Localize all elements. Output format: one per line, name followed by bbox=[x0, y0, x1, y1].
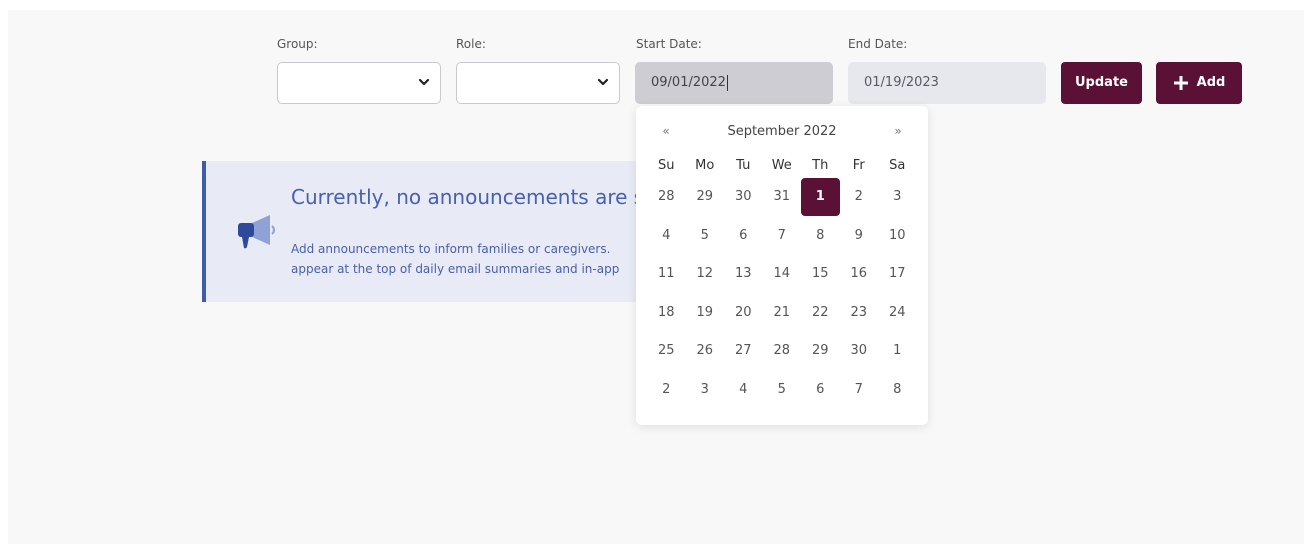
day-cell[interactable]: 4 bbox=[724, 371, 763, 410]
day-cell[interactable]: 7 bbox=[840, 371, 879, 410]
day-cell[interactable]: 25 bbox=[647, 332, 686, 371]
update-button[interactable]: Update bbox=[1061, 62, 1142, 104]
day-cell[interactable]: 8 bbox=[801, 217, 840, 256]
day-cell[interactable]: 24 bbox=[878, 294, 917, 333]
day-cell[interactable]: 7 bbox=[763, 217, 802, 256]
day-cell[interactable]: 30 bbox=[724, 178, 763, 217]
day-cell[interactable]: 29 bbox=[686, 178, 725, 217]
day-cell[interactable]: 29 bbox=[801, 332, 840, 371]
week-row: 28 29 30 31 1 2 3 bbox=[647, 178, 917, 217]
day-cell[interactable]: 3 bbox=[686, 371, 725, 410]
day-cell[interactable]: 31 bbox=[763, 178, 802, 217]
day-cell[interactable]: 5 bbox=[763, 371, 802, 410]
day-cell[interactable]: 3 bbox=[878, 178, 917, 217]
weekday-label: Su bbox=[658, 158, 675, 173]
day-cell[interactable]: 20 bbox=[724, 294, 763, 333]
week-row: 4 5 6 7 8 9 10 bbox=[647, 217, 917, 256]
week-row: 2345678 bbox=[647, 371, 917, 410]
role-label: Role: bbox=[456, 37, 486, 51]
weekday-label: Th bbox=[812, 158, 829, 173]
day-cell[interactable]: 14 bbox=[763, 255, 802, 294]
day-cell[interactable]: 2 bbox=[840, 178, 879, 217]
end-date-input[interactable]: 01/19/2023 bbox=[848, 62, 1046, 104]
day-cell[interactable]: 9 bbox=[840, 217, 879, 256]
week-row: 25 26 27 28 29 30 1 bbox=[647, 332, 917, 371]
chevron-down-icon bbox=[597, 78, 609, 86]
end-date-label: End Date: bbox=[848, 37, 908, 51]
day-cell[interactable]: 8 bbox=[878, 371, 917, 410]
megaphone-icon bbox=[238, 215, 275, 249]
day-cell[interactable]: 10 bbox=[878, 217, 917, 256]
weekday-label: Tu bbox=[736, 158, 751, 173]
next-month-button[interactable]: » bbox=[888, 124, 908, 138]
day-cell[interactable]: 12 bbox=[686, 255, 725, 294]
day-cell[interactable]: 22 bbox=[801, 294, 840, 333]
add-button-label: Add bbox=[1196, 75, 1226, 90]
group-label: Group: bbox=[277, 37, 318, 51]
weekday-header-row: Su Mo Tu We Th Fr Sa bbox=[647, 154, 917, 178]
day-cell[interactable]: 17 bbox=[878, 255, 917, 294]
day-cell[interactable]: 4 bbox=[647, 217, 686, 256]
day-cell[interactable]: 23 bbox=[840, 294, 879, 333]
day-cell[interactable]: 28 bbox=[763, 332, 802, 371]
weekday-label: Sa bbox=[889, 158, 906, 173]
start-date-input[interactable]: 09/01/2022 bbox=[635, 62, 833, 104]
day-cell[interactable]: 21 bbox=[763, 294, 802, 333]
plus-icon bbox=[1173, 75, 1188, 90]
week-row: 18 19 20 21 22 23 24 bbox=[647, 294, 917, 333]
weekday-label: Fr bbox=[852, 158, 865, 173]
role-select[interactable] bbox=[456, 62, 620, 104]
day-cell[interactable]: 28 bbox=[647, 178, 686, 217]
chevron-down-icon bbox=[418, 78, 430, 86]
day-cell[interactable]: 30 bbox=[840, 332, 879, 371]
day-cell[interactable]: 5 bbox=[686, 217, 725, 256]
text-caret bbox=[726, 74, 728, 91]
day-cell[interactable]: 27 bbox=[724, 332, 763, 371]
update-button-label: Update bbox=[1075, 75, 1128, 90]
day-cell[interactable]: 6 bbox=[801, 371, 840, 410]
start-date-value: 09/01/2022 bbox=[651, 75, 726, 90]
day-cell[interactable]: 2 bbox=[647, 371, 686, 410]
add-button[interactable]: Add bbox=[1156, 62, 1242, 104]
day-cell-selected[interactable]: 1 bbox=[801, 178, 840, 217]
day-cell[interactable]: 16 bbox=[840, 255, 879, 294]
start-date-label: Start Date: bbox=[636, 37, 702, 51]
day-cell[interactable]: 18 bbox=[647, 294, 686, 333]
datepicker-header: « September 2022 » bbox=[636, 120, 928, 144]
end-date-value: 01/19/2023 bbox=[864, 75, 939, 90]
group-select[interactable] bbox=[277, 62, 441, 104]
day-cell[interactable]: 26 bbox=[686, 332, 725, 371]
day-cell[interactable]: 13 bbox=[724, 255, 763, 294]
day-cell[interactable]: 1 bbox=[878, 332, 917, 371]
weekday-label: We bbox=[771, 158, 792, 173]
day-cell[interactable]: 11 bbox=[647, 255, 686, 294]
day-cell[interactable]: 15 bbox=[801, 255, 840, 294]
banner-title: Currently, no announcements are s bbox=[291, 185, 645, 209]
month-title[interactable]: September 2022 bbox=[636, 124, 928, 139]
weekday-label: Mo bbox=[695, 158, 715, 173]
day-cell[interactable]: 6 bbox=[724, 217, 763, 256]
page-background: Group: Role: Start Date: 09/01/2022 End … bbox=[8, 10, 1304, 544]
datepicker-grid: Su Mo Tu We Th Fr Sa 28 29 30 31 1 2 3 4 5 6 7 8 9 10… bbox=[647, 154, 917, 409]
week-row: 11 12 13 14 15 16 17 bbox=[647, 255, 917, 294]
day-cell[interactable]: 19 bbox=[686, 294, 725, 333]
datepicker-popup: « September 2022 » Su Mo Tu We Th Fr Sa … bbox=[636, 106, 928, 425]
